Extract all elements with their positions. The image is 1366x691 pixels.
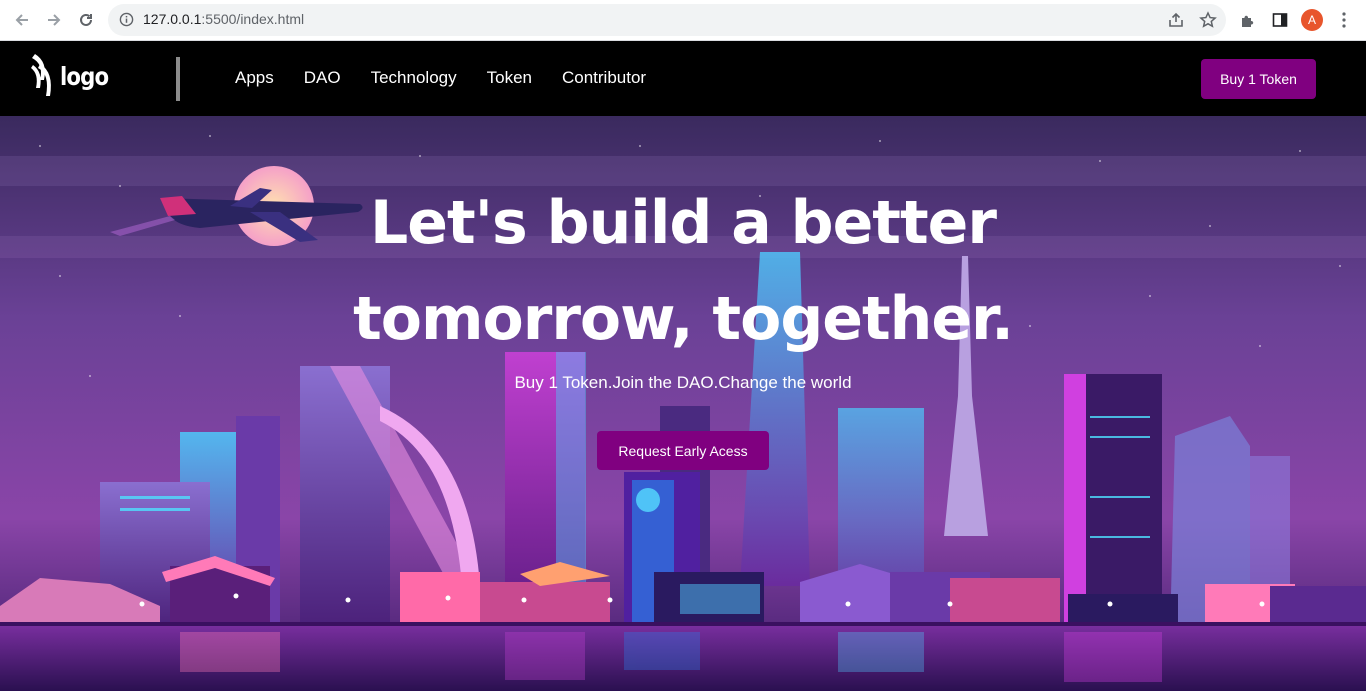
url-path: :5500/index.html [201,11,305,27]
buy-token-button[interactable]: Buy 1 Token [1201,59,1316,99]
share-icon[interactable] [1167,11,1185,33]
logo-text: logo [60,61,109,91]
nav-contributor[interactable]: Contributor [562,68,646,88]
address-bar[interactable]: 127.0.0.1:5500/index.html [108,4,1226,36]
menu-icon[interactable] [1332,8,1356,32]
info-icon[interactable] [119,12,134,31]
hero-section: Let's build a better tomorrow, together.… [0,116,1366,691]
logo[interactable]: logo [30,50,117,102]
request-early-access-button[interactable]: Request Early Acess [597,431,769,470]
forward-icon[interactable] [42,8,66,32]
nav-dao[interactable]: DAO [304,68,341,88]
main-nav: Apps DAO Technology Token Contributor [235,68,676,88]
profile-avatar[interactable]: A [1301,9,1323,31]
url-text: 127.0.0.1:5500/index.html [143,11,304,27]
hero-title-line1: Let's build a better [370,188,997,258]
nav-token[interactable]: Token [487,68,532,88]
logo-mark-icon [31,54,51,96]
nav-technology[interactable]: Technology [371,68,457,88]
site-header: logo Apps DAO Technology Token Contribut… [0,42,1366,116]
hero-title-line2: tomorrow, together. [353,284,1014,354]
nav-apps[interactable]: Apps [235,68,274,88]
header-divider [176,57,180,101]
reload-icon[interactable] [74,8,98,32]
browser-toolbar: 127.0.0.1:5500/index.html A [0,0,1366,41]
star-icon[interactable] [1199,11,1217,33]
hero-subtitle: Buy 1 Token.Join the DAO.Change the worl… [514,373,852,392]
url-host: 127.0.0.1 [143,11,202,27]
extensions-icon[interactable] [1236,8,1260,32]
side-panel-icon[interactable] [1268,8,1292,32]
back-icon[interactable] [10,8,34,32]
